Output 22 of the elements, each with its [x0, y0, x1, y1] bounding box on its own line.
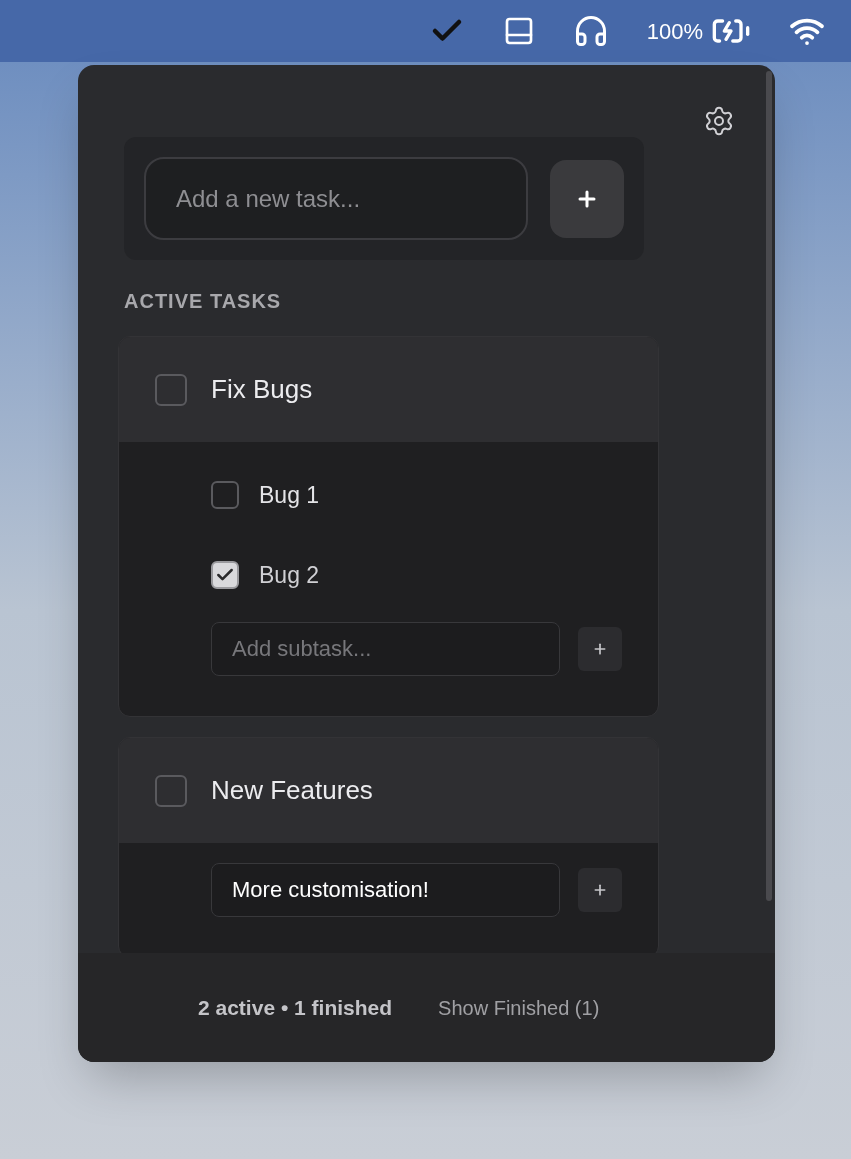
- checkbox[interactable]: [211, 481, 239, 509]
- checkbox[interactable]: [155, 774, 187, 807]
- task-title: Fix Bugs: [211, 373, 313, 406]
- section-heading: ACTIVE TASKS: [124, 289, 283, 314]
- scrollbar[interactable]: [766, 71, 772, 901]
- new-task-input[interactable]: Add a new task...: [144, 157, 529, 240]
- task-header[interactable]: New Features: [119, 738, 658, 843]
- add-subtask-button[interactable]: [578, 627, 622, 671]
- subtask-input[interactable]: More customisation!: [211, 863, 561, 917]
- settings-icon[interactable]: [703, 105, 735, 137]
- show-finished-button[interactable]: Show Finished (1): [438, 992, 600, 1023]
- subtask-title: Bug 1: [259, 480, 320, 510]
- battery-percentage: 100%: [646, 17, 703, 46]
- subtask-title: Bug 2: [259, 560, 320, 590]
- subtask-input[interactable]: Add subtask...: [211, 622, 561, 676]
- add-task-button[interactable]: [550, 159, 624, 238]
- add-subtask-button[interactable]: [578, 868, 622, 912]
- task-summary: 2 active • 1 finished: [198, 994, 393, 1021]
- checkbox[interactable]: [211, 561, 239, 589]
- checkbox[interactable]: [155, 373, 187, 406]
- task-header[interactable]: Fix Bugs: [119, 337, 658, 442]
- task-title: New Features: [211, 774, 373, 807]
